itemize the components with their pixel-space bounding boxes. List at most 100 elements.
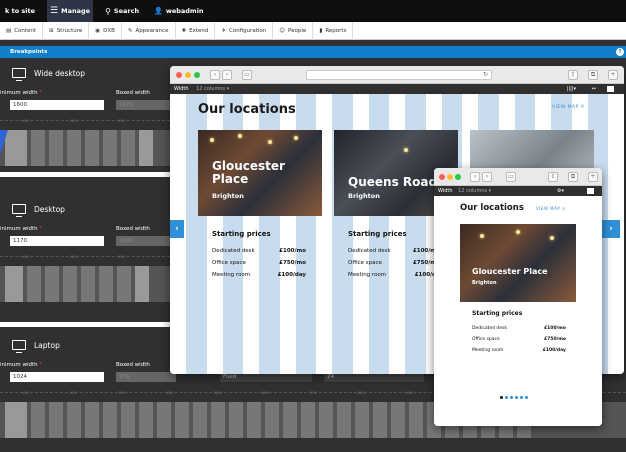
lamp-icon [404, 148, 408, 152]
resize-icon[interactable]: ↔ [592, 84, 596, 94]
view-map-link[interactable]: VIEW MAP ⚲ [552, 105, 585, 110]
close-button[interactable] [176, 72, 182, 78]
sidebar-icon[interactable]: ▭ [242, 70, 252, 80]
menu-item-people[interactable]: ☺ People [273, 21, 314, 40]
add-tab-button[interactable]: + [608, 70, 618, 80]
carousel-prev-button[interactable]: ‹ [170, 220, 184, 238]
reload-icon[interactable]: ↻ [483, 71, 488, 78]
columns-icon[interactable]: ||||▾ [567, 84, 576, 94]
color-swatch[interactable] [587, 188, 594, 194]
column-preview [0, 266, 170, 302]
back-button[interactable]: ‹ [470, 172, 480, 182]
carousel-next-button[interactable]: › [602, 220, 620, 238]
location-card[interactable]: Gloucester Place Brighton [460, 224, 576, 302]
tabs-button[interactable]: ⧉ [588, 70, 598, 80]
pagination-dot[interactable] [500, 396, 503, 399]
min-width-input[interactable]: 1024 [10, 372, 104, 382]
boxed-width-input: 976 [116, 372, 176, 382]
page-title: Our locations [460, 203, 524, 213]
menu-item-reports[interactable]: ▮ Reports [313, 21, 354, 40]
ruler-tick: 300 [118, 255, 125, 259]
menu-item-dxb[interactable]: ◉ DXB [89, 21, 122, 40]
lamp-icon [480, 234, 484, 238]
monitor-icon [12, 68, 26, 81]
forward-button[interactable]: › [482, 172, 492, 182]
price-row: Meeting room £100/day [472, 348, 566, 353]
sidebar-icon[interactable]: ▭ [506, 172, 516, 182]
menu-item-content[interactable]: ▤ Content [0, 21, 44, 40]
pagination-dot[interactable] [520, 396, 523, 399]
search-tab[interactable]: ⚲ Search [102, 0, 142, 22]
screen: k to site ☰ Manage ⚲ Search 👤 webadmin ▤… [0, 0, 626, 452]
section-title: Breakpoints [10, 49, 48, 55]
brush-icon: ✎ [127, 27, 133, 34]
min-width-label: inimum width * [0, 90, 43, 96]
ruler-tick: 600 [262, 391, 269, 395]
close-button[interactable] [439, 174, 445, 180]
people-icon: ☺ [279, 27, 286, 34]
min-width-label: inimum width * [0, 226, 43, 232]
address-bar[interactable]: ↻ [306, 70, 492, 80]
columns-select[interactable]: 12 columns ▾ [458, 188, 491, 194]
location-card[interactable]: Gloucester Place Brighton [198, 130, 322, 216]
laptop-icon [12, 340, 26, 353]
menu-item-label: Appearance [135, 27, 169, 34]
help-icon[interactable]: ? [616, 48, 624, 56]
min-width-input[interactable]: 1170 [10, 236, 104, 246]
lamp-icon [268, 140, 272, 144]
price-row: Dedicated desk £100/mo [212, 248, 306, 254]
location-name: Gloucester Place [472, 267, 548, 276]
min-width-input[interactable]: 1600 [10, 100, 104, 110]
pagination-dot[interactable] [505, 396, 508, 399]
view-map-link[interactable]: VIEW MAP ⚲ [536, 206, 565, 211]
breakpoint-name: Wide desktop [34, 68, 86, 78]
pagination-dot[interactable] [525, 396, 528, 399]
structure-icon: ⊞ [49, 27, 54, 34]
page-title: Our locations [198, 102, 296, 117]
menu-item-structure[interactable]: ⊞ Structure [43, 21, 90, 40]
settings-icon[interactable]: ⚙▾ [557, 186, 564, 196]
maximize-button[interactable] [194, 72, 200, 78]
user-tab[interactable]: 👤 webadmin [151, 0, 206, 22]
columns-select[interactable]: 12 columns ▾ [196, 86, 229, 92]
page-preview: Our locations VIEW MAP ⚲ Gloucester Plac… [434, 196, 602, 426]
admin-top-bar: k to site ☰ Manage ⚲ Search 👤 webadmin [0, 0, 626, 22]
ruler-tick: 100 [22, 391, 29, 395]
pagination-dot[interactable] [510, 396, 513, 399]
manage-tab[interactable]: ☰ Manage [47, 0, 94, 22]
back-button[interactable]: ‹ [210, 70, 220, 80]
price-row: Dedicated desk £100/m [348, 248, 436, 254]
menu-item-extend[interactable]: ✚ Extend [176, 21, 216, 40]
breakpoint-name: Laptop [34, 340, 60, 350]
admin-menu: ▤ Content ⊞ Structure ◉ DXB ✎ Appearance ✚ Ex… [0, 21, 626, 40]
boxed-width-label: Boxed width [116, 90, 150, 96]
carousel-pagination[interactable] [500, 396, 528, 399]
width-ruler: 100 200 300 [0, 255, 170, 262]
price-row: Office space £750/mo [212, 260, 306, 266]
tabs-button[interactable]: ⧉ [568, 172, 578, 182]
back-to-site-link[interactable]: k to site [2, 0, 38, 22]
price-row: Office space £750/mo [472, 337, 566, 342]
minimize-button[interactable] [185, 72, 191, 78]
preview-bar [0, 172, 170, 177]
ruler-tick: 400 [166, 391, 173, 395]
share-button[interactable]: ⇪ [548, 172, 558, 182]
share-button[interactable]: ⇪ [568, 70, 578, 80]
price-row: Meeting room £100/day [212, 272, 306, 278]
color-swatch[interactable] [607, 86, 614, 92]
pagination-dot[interactable] [515, 396, 518, 399]
menu-item-configuration[interactable]: ✈ Configuration [215, 21, 274, 40]
add-tab-button[interactable]: + [588, 172, 598, 182]
ruler-tick: 100 [22, 255, 29, 259]
ruler-tick: 900 [406, 391, 413, 395]
maximize-button[interactable] [455, 174, 461, 180]
forward-button[interactable]: › [222, 70, 232, 80]
width-label: Width [174, 86, 189, 92]
boxed-width-input: 1042 [116, 236, 176, 246]
browser-toolbar: ‹ › ▭ ⇪ ⧉ + [434, 168, 602, 186]
menu-item-appearance[interactable]: ✎ Appearance [122, 21, 176, 40]
reports-icon: ▮ [319, 27, 323, 34]
ruler-tick: 700 [310, 391, 317, 395]
ruler-tick: 300 [118, 119, 125, 123]
minimize-button[interactable] [447, 174, 453, 180]
